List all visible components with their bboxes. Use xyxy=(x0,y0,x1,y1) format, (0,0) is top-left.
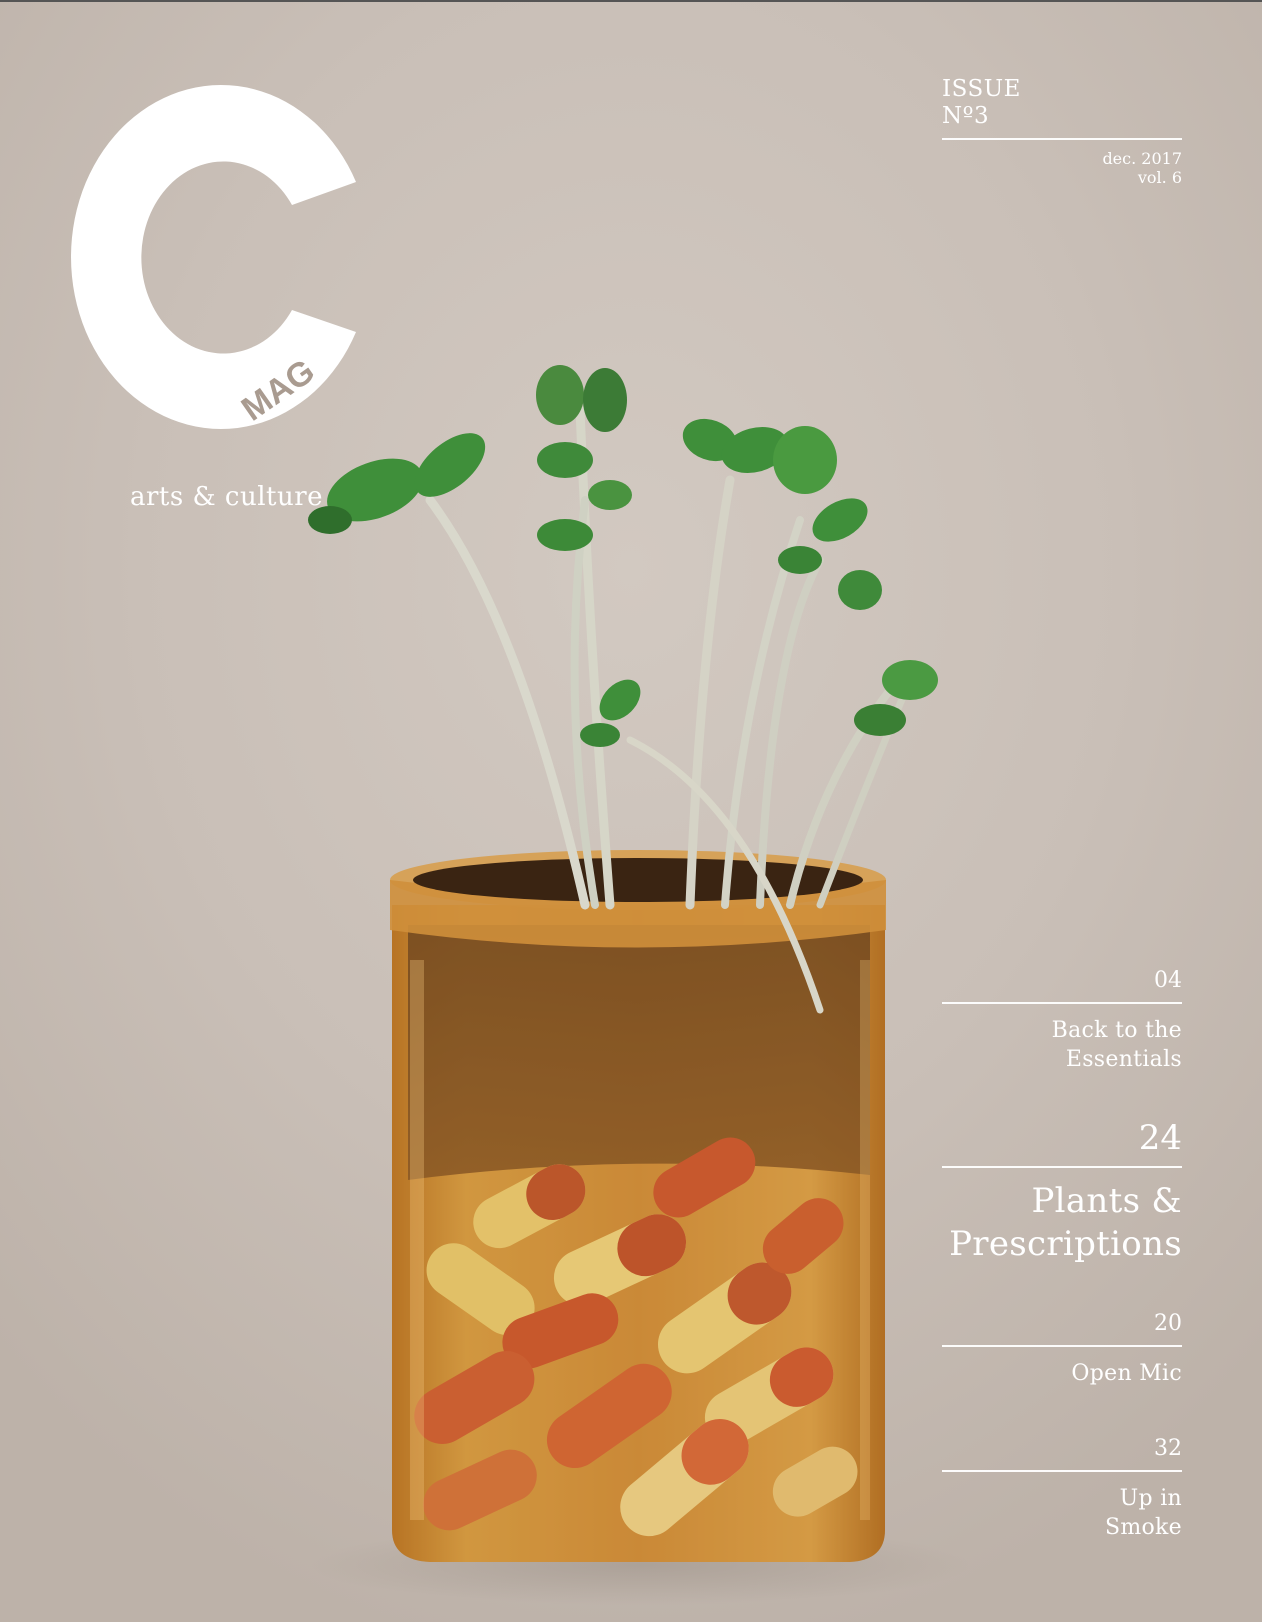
pill-bottle xyxy=(390,850,886,1562)
magazine-cover: MAG arts & culture ISSUE Nº3 dec. 2017 v… xyxy=(0,0,1262,1622)
toc-title-line: Up in xyxy=(1119,1486,1182,1511)
toc-title-line: Essentials xyxy=(1065,1047,1182,1072)
issue-number: Nº3 xyxy=(942,103,990,129)
toc-item-essentials[interactable]: 04 Back to the Essentials xyxy=(942,968,1182,1074)
issue-volume: vol. 6 xyxy=(1137,168,1182,187)
toc-rule xyxy=(942,1470,1182,1472)
toc-rule xyxy=(942,1002,1182,1004)
toc-title-line: Smoke xyxy=(1104,1515,1182,1540)
tagline: arts & culture xyxy=(130,482,324,512)
issue-block: ISSUE Nº3 dec. 2017 vol. 6 xyxy=(942,76,1182,187)
leaves xyxy=(308,365,938,747)
toc-title-line: Open Mic xyxy=(1071,1361,1182,1386)
toc-page-number: 32 xyxy=(1154,1436,1182,1461)
toc-item-open-mic[interactable]: 20 Open Mic xyxy=(942,1311,1182,1388)
issue-rule xyxy=(942,138,1182,140)
toc-page-number: 20 xyxy=(1154,1311,1182,1336)
c-mag-logo: MAG xyxy=(71,85,356,430)
toc-title-line: Prescriptions xyxy=(949,1224,1182,1264)
toc-title-line: Back to the xyxy=(1051,1018,1182,1043)
toc-title-line: Plants & xyxy=(1031,1181,1182,1221)
toc-page-number: 24 xyxy=(1138,1118,1182,1158)
toc-item-up-in-smoke[interactable]: 32 Up in Smoke xyxy=(942,1436,1182,1542)
issue-label: ISSUE xyxy=(942,76,1021,102)
toc-rule xyxy=(942,1166,1182,1168)
toc-item-plants-prescriptions[interactable]: 24 Plants & Prescriptions xyxy=(942,1118,1182,1266)
toc-rule xyxy=(942,1345,1182,1347)
issue-date: dec. 2017 xyxy=(1102,149,1182,168)
toc-page-number: 04 xyxy=(1154,968,1182,993)
